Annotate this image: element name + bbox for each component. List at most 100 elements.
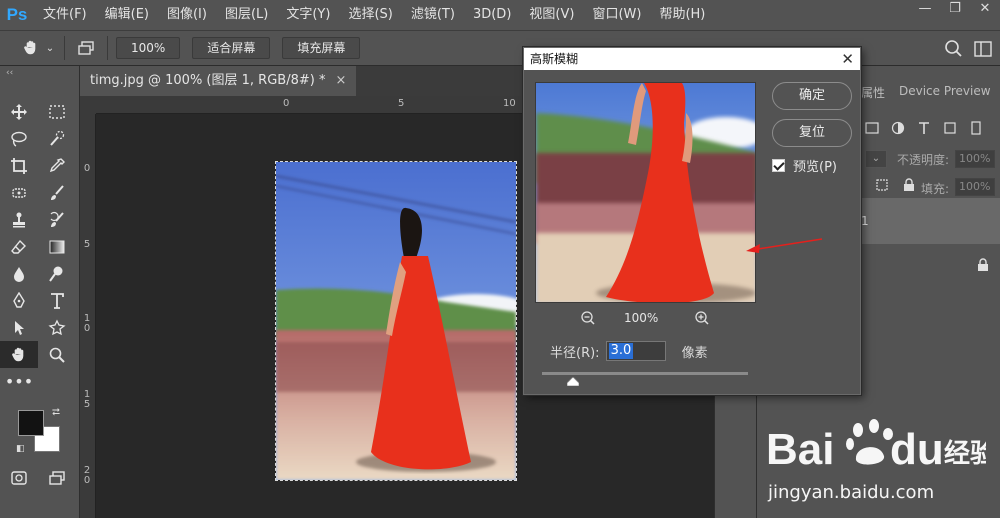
opacity-field[interactable]: 100%	[955, 150, 995, 168]
menu-filter[interactable]: 滤镜(T)	[402, 0, 464, 30]
shape-filter-icon[interactable]	[943, 121, 957, 138]
lock-all-icon[interactable]	[903, 178, 915, 195]
adjustment-filter-icon[interactable]	[891, 121, 905, 138]
radius-slider-thumb[interactable]	[566, 375, 580, 387]
blur-tool-icon[interactable]	[0, 260, 38, 287]
tool-row	[0, 341, 79, 368]
preview-checkbox[interactable]	[772, 159, 785, 172]
menu-window[interactable]: 窗口(W)	[583, 0, 650, 30]
close-tab-icon[interactable]: ×	[335, 73, 346, 88]
move-tool-icon[interactable]	[0, 98, 38, 125]
tool-row: •••	[0, 368, 79, 395]
filter-icons	[865, 121, 983, 138]
menu-layer[interactable]: 图层(L)	[216, 0, 277, 30]
hand-tool-icon[interactable]	[0, 341, 38, 368]
ruler-label: 2 0	[83, 465, 91, 486]
menu-file[interactable]: 文件(F)	[34, 0, 96, 30]
eyedropper-tool-icon[interactable]	[38, 152, 76, 179]
collapse-tools-icon[interactable]: ‹‹	[0, 66, 79, 80]
tab-properties[interactable]: 属性	[861, 84, 885, 101]
menu-help[interactable]: 帮助(H)	[650, 0, 714, 30]
preview-checkbox-row[interactable]: 预览(P)	[772, 156, 837, 175]
red-arrow-annotation	[744, 236, 824, 254]
ruler-corner	[80, 96, 96, 114]
brush-tool-icon[interactable]	[38, 179, 76, 206]
workspace-icon[interactable]	[972, 38, 994, 60]
watermark-url: jingyan.baidu.com	[768, 482, 935, 503]
type-filter-icon[interactable]	[917, 121, 931, 138]
default-colors-icon[interactable]: ◧	[16, 444, 25, 454]
history-brush-tool-icon[interactable]	[38, 206, 76, 233]
filter-preview[interactable]	[535, 82, 756, 303]
close-window-button[interactable]: ✕	[970, 0, 1000, 22]
photoshop-logo[interactable]: Ps	[0, 0, 34, 30]
quick-selection-tool-icon[interactable]	[38, 125, 76, 152]
tool-row	[0, 260, 79, 287]
ruler-label: 5	[398, 98, 405, 109]
dialog-title-bar[interactable]: 高斯模糊 ✕	[524, 48, 860, 70]
path-selection-tool-icon[interactable]	[0, 314, 38, 341]
baidu-jingyan-watermark: Bai du 经验 jingyan.baidu.com	[766, 412, 996, 512]
screen-mode-icon[interactable]	[38, 464, 76, 491]
type-tool-icon[interactable]	[38, 287, 76, 314]
zoom-in-icon[interactable]	[694, 310, 710, 329]
search-icon[interactable]	[942, 38, 964, 60]
custom-shape-tool-icon[interactable]	[38, 314, 76, 341]
menu-type[interactable]: 文字(Y)	[277, 0, 339, 30]
minimize-button[interactable]: —	[910, 0, 940, 22]
more-tools-icon[interactable]: •••	[0, 368, 38, 395]
smart-object-filter-icon[interactable]	[969, 121, 983, 138]
tool-row	[0, 233, 79, 260]
ruler-label: 1 5	[83, 389, 91, 410]
scroll-all-windows-icon[interactable]	[73, 35, 99, 61]
fill-label: 填充:	[921, 182, 950, 196]
eraser-tool-icon[interactable]	[0, 233, 38, 260]
restore-button[interactable]: ❐	[940, 0, 970, 22]
window-controls: — ❐ ✕	[910, 0, 1000, 22]
gaussian-blur-dialog: 高斯模糊 ✕ 确定 复位 预览(P) 100% 半径(R): 3.0 像素	[523, 47, 861, 395]
document-image[interactable]	[275, 161, 517, 481]
zoom-tool-icon[interactable]	[38, 341, 76, 368]
tools-panel: ‹‹ ••• ⮂ ◧	[0, 66, 80, 518]
svg-text:Bai: Bai	[766, 425, 834, 474]
foreground-color-swatch[interactable]	[18, 410, 44, 436]
fill-field[interactable]: 100%	[955, 178, 995, 196]
opacity-label: 不透明度:	[897, 153, 950, 167]
marquee-tool-icon[interactable]	[38, 98, 76, 125]
zoom-100-button[interactable]: 100%	[116, 37, 181, 59]
tool-row	[0, 179, 79, 206]
ok-button[interactable]: 确定	[772, 82, 852, 110]
menu-bar: Ps 文件(F) 编辑(E) 图像(I) 图层(L) 文字(Y) 选择(S) 滤…	[0, 0, 1000, 30]
dodge-tool-icon[interactable]	[38, 260, 76, 287]
menu-3d[interactable]: 3D(D)	[464, 0, 520, 30]
svg-text:经验: 经验	[944, 438, 986, 469]
chevron-down-icon[interactable]: ⌄	[44, 35, 56, 61]
reset-button[interactable]: 复位	[772, 119, 852, 147]
hand-tool-icon[interactable]	[18, 35, 44, 61]
menu-view[interactable]: 视图(V)	[520, 0, 583, 30]
lasso-tool-icon[interactable]	[0, 125, 38, 152]
gradient-tool-icon[interactable]	[38, 233, 76, 260]
clone-stamp-tool-icon[interactable]	[0, 206, 38, 233]
close-icon[interactable]: ✕	[841, 48, 854, 70]
fill-screen-button[interactable]: 填充屏幕	[282, 37, 361, 59]
separator	[107, 36, 108, 60]
image-filter-icon[interactable]	[865, 121, 879, 138]
tool-row	[0, 287, 79, 314]
radius-input[interactable]: 3.0	[605, 341, 666, 361]
healing-brush-tool-icon[interactable]	[0, 179, 38, 206]
swap-colors-icon[interactable]: ⮂	[52, 407, 60, 418]
menu-image[interactable]: 图像(I)	[158, 0, 216, 30]
menu-select[interactable]: 选择(S)	[339, 0, 401, 30]
zoom-out-icon[interactable]	[580, 310, 596, 329]
tab-device-preview[interactable]: Device Preview	[899, 84, 991, 98]
menu-edit[interactable]: 编辑(E)	[96, 0, 158, 30]
quick-mask-icon[interactable]	[0, 464, 38, 491]
blend-mode-dropdown[interactable]: ⌄	[865, 150, 887, 168]
baidu-logo: Bai du 经验	[766, 419, 996, 474]
fit-screen-button[interactable]: 适合屏幕	[192, 37, 271, 59]
document-tab[interactable]: timg.jpg @ 100% (图层 1, RGB/8#) * ×	[80, 66, 357, 96]
lock-transparent-icon[interactable]	[875, 178, 889, 195]
pen-tool-icon[interactable]	[0, 287, 38, 314]
crop-tool-icon[interactable]	[0, 152, 38, 179]
